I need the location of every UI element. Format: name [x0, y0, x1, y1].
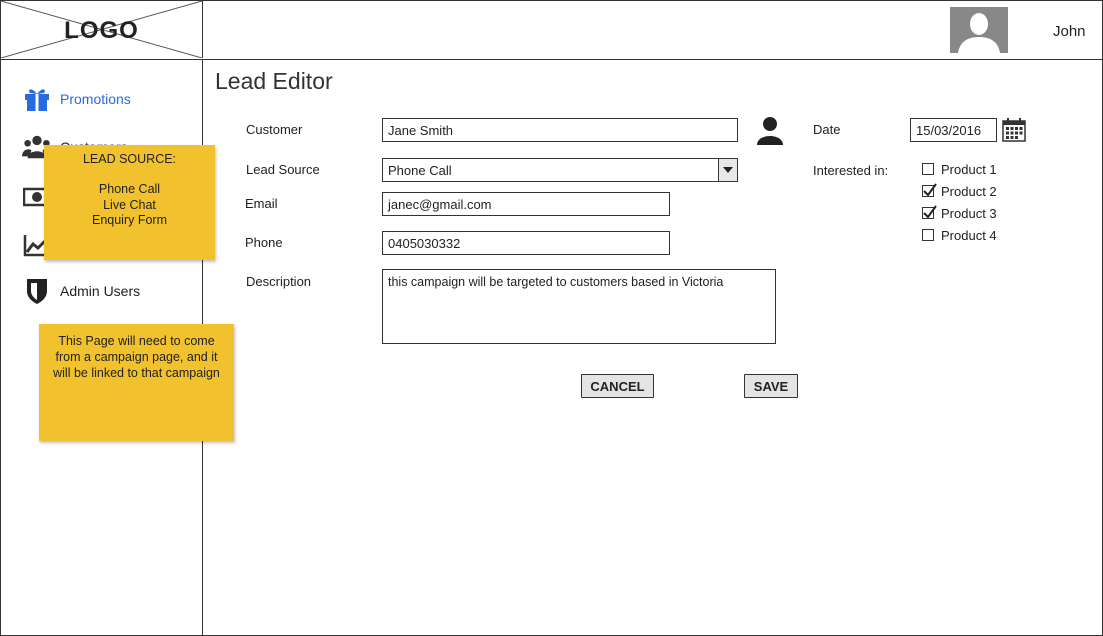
lead-source-note: LEAD SOURCE: Phone Call Live Chat Enquir… [44, 145, 215, 260]
lead-source-note-heading: LEAD SOURCE: [82, 152, 177, 166]
lead-source-note-option: Phone Call [98, 182, 161, 196]
sidebar-item-promotions[interactable]: Promotions [22, 84, 131, 114]
phone-field[interactable]: 0405030332 [382, 231, 670, 255]
phone-label: Phone [245, 235, 283, 250]
date-field[interactable]: 15/03/2016 [910, 118, 997, 142]
product-label: Product 3 [941, 205, 997, 221]
chevron-down-icon[interactable] [718, 159, 737, 181]
lead-source-note-option: Enquiry Form [91, 213, 168, 227]
campaign-note: This Page will need to come from a campa… [39, 324, 234, 441]
lead-source-note-option: Live Chat [103, 197, 156, 212]
lead-source-label: Lead Source [246, 162, 320, 177]
description-textarea[interactable]: this campaign will be targeted to custom… [382, 269, 776, 344]
checkmark-icon [923, 205, 937, 219]
page-title: Lead Editor [215, 68, 333, 94]
header-divider [0, 59, 1103, 60]
customer-label: Customer [246, 122, 303, 137]
customer-lookup-icon[interactable] [756, 116, 784, 146]
checkbox-box[interactable] [922, 205, 937, 219]
lead-source-select[interactable]: Phone Call [382, 158, 738, 182]
sidebar-item-admin-users[interactable]: Admin Users [22, 276, 140, 306]
gift-icon [22, 84, 52, 114]
sidebar-item-label: Admin Users [60, 283, 141, 299]
cancel-button[interactable]: CANCEL [581, 374, 654, 398]
product-label: Product 4 [941, 227, 997, 243]
checkbox-box[interactable] [922, 183, 937, 197]
product-3-checkbox[interactable]: Product 3 [922, 204, 997, 222]
user-name[interactable]: John [1053, 23, 1086, 40]
avatar[interactable] [950, 7, 1008, 53]
lead-source-value: Phone Call [388, 162, 452, 178]
date-label: Date [813, 122, 841, 137]
calendar-icon[interactable] [1002, 118, 1026, 142]
interested-in-label: Interested in: [813, 163, 889, 178]
email-label: Email [245, 196, 278, 211]
sidebar-item-label: Promotions [60, 91, 131, 107]
product-label: Product 2 [941, 183, 997, 199]
product-2-checkbox[interactable]: Product 2 [922, 182, 997, 200]
checkbox-box[interactable] [922, 229, 934, 241]
customer-field[interactable]: Jane Smith [382, 118, 738, 142]
checkmark-icon [923, 183, 937, 197]
product-1-checkbox[interactable]: Product 1 [922, 160, 997, 178]
product-4-checkbox[interactable]: Product 4 [922, 226, 997, 244]
shield-icon [22, 276, 52, 306]
email-field[interactable]: janec@gmail.com [382, 192, 670, 216]
logo-text: LOGO [64, 17, 139, 44]
checkbox-box[interactable] [922, 163, 934, 175]
user-avatar-icon [950, 7, 1008, 53]
product-label: Product 1 [941, 161, 997, 177]
description-label: Description [246, 274, 312, 289]
logo[interactable]: LOGO [1, 1, 203, 58]
save-button[interactable]: SAVE [744, 374, 798, 398]
